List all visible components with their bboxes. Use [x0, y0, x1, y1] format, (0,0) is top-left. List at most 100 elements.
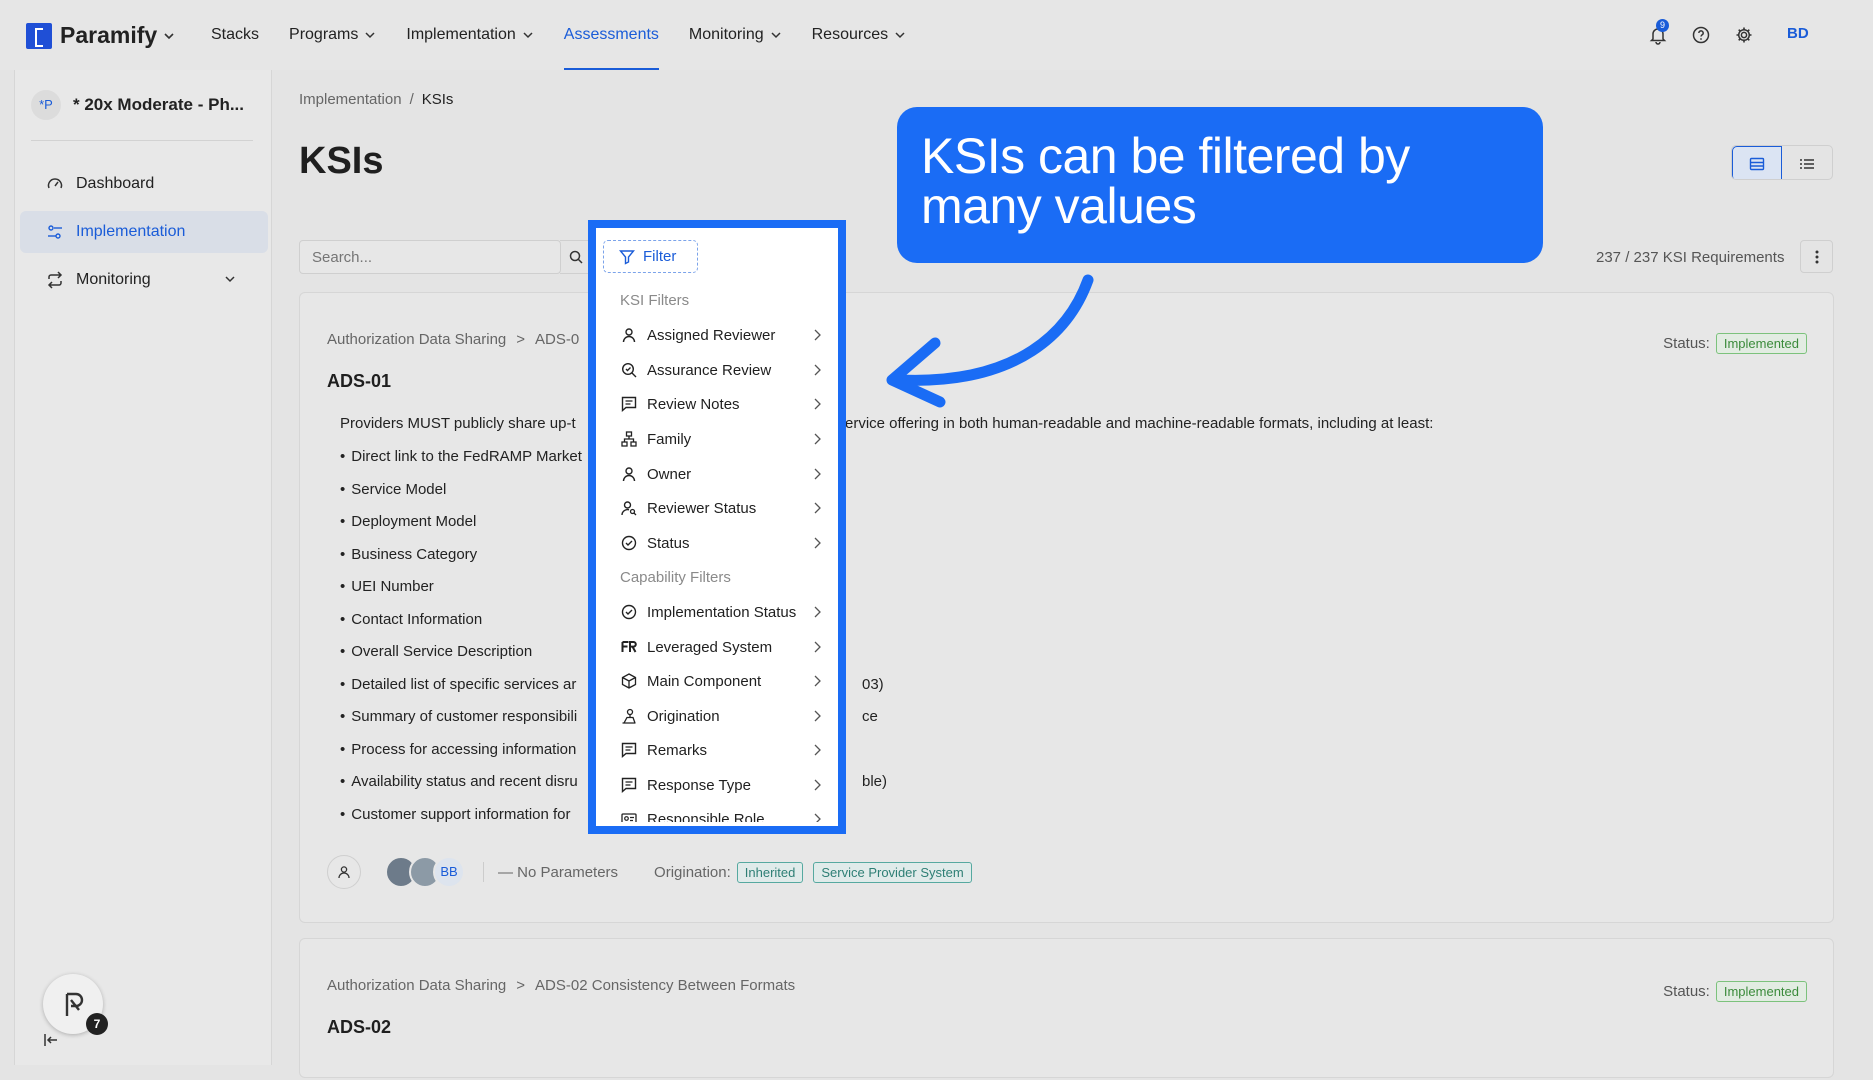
card-breadcrumb: Authorization Data Sharing > ADS-02 Consis…: [327, 977, 796, 994]
menu-item-review-notes[interactable]: Review Notes: [607, 387, 831, 421]
reviewer-avatars[interactable]: BB: [385, 856, 465, 888]
list-item: Direct link to the FedRAMP Market: [340, 448, 582, 481]
chevron-right-icon: [814, 710, 821, 722]
helper-badge: 7: [86, 1013, 108, 1035]
menu-item-owner[interactable]: Owner: [607, 457, 831, 491]
sidebar-item-monitoring[interactable]: Monitoring: [20, 259, 268, 301]
status-badge: Implemented: [1715, 333, 1807, 354]
menu-item-response-type[interactable]: Response Type: [607, 768, 831, 802]
menu-item-origination[interactable]: Origination: [607, 699, 831, 733]
menu-item-assigned-reviewer[interactable]: Assigned Reviewer: [607, 318, 831, 352]
nav-monitoring[interactable]: Monitoring: [674, 0, 797, 70]
sidebar-divider: [31, 140, 253, 141]
card-description: Providers MUST publicly share up-t ervice…: [340, 415, 1434, 432]
list-view-button[interactable]: [1782, 146, 1832, 179]
card-footer: BB — No Parameters Origination: Inherite…: [327, 855, 972, 889]
card-id: ADS-01: [327, 371, 392, 391]
help-icon[interactable]: [1691, 25, 1711, 45]
menu-item-reviewer-status[interactable]: Reviewer Status: [607, 491, 831, 525]
cube-icon: [621, 673, 637, 689]
card-view-button[interactable]: [1732, 146, 1783, 179]
chevron-down-icon: [164, 32, 174, 39]
menu-item-status[interactable]: Status: [607, 526, 831, 560]
list-item: Contact Information: [340, 611, 582, 644]
requirement-list: Direct link to the FedRAMP Market Servic…: [340, 448, 887, 839]
sliders-icon: [48, 225, 62, 239]
menu-item-main-component[interactable]: Main Component: [607, 664, 831, 698]
kebab-icon: [1815, 250, 1818, 263]
chevron-right-icon: [814, 744, 821, 756]
sidebar-item-label: Dashboard: [76, 175, 155, 192]
id-card-icon: [621, 813, 637, 822]
breadcrumb: Implementation / KSIs: [299, 91, 454, 108]
list-view-icon: [1800, 158, 1814, 169]
brand-name: Paramify: [60, 22, 158, 48]
view-toggle: [1731, 145, 1833, 180]
requirement-count: 237 / 237 KSI Requirements: [1596, 249, 1785, 266]
refresh-icon: [47, 271, 63, 289]
nav-resources[interactable]: Resources: [797, 0, 921, 70]
message-icon: [621, 742, 637, 758]
filter-menu: KSI Filters Assigned Reviewer Assurance …: [607, 280, 831, 822]
list-item: Summary of customer responsibilice: [340, 708, 878, 741]
search-icon: [569, 250, 583, 264]
menu-item-leveraged-system[interactable]: Leveraged System: [607, 630, 831, 664]
breadcrumb-parent[interactable]: Implementation: [299, 91, 402, 108]
brand-menu[interactable]: Paramify: [26, 22, 175, 49]
origination-label: Origination:: [654, 863, 731, 881]
user-avatar[interactable]: BD: [1787, 25, 1809, 42]
assign-owner-button[interactable]: [327, 855, 361, 889]
chevron-right-icon: [814, 433, 821, 445]
gear-icon[interactable]: [1734, 25, 1754, 45]
project-name: * 20x Moderate - Ph...: [73, 95, 244, 114]
list-item: Customer support information for: [340, 806, 582, 839]
sidebar: *P * 20x Moderate - Ph... Dashboard Impl…: [14, 70, 272, 1065]
fedramp-icon: [621, 641, 637, 653]
menu-item-remarks[interactable]: Remarks: [607, 733, 831, 767]
project-switcher[interactable]: *P * 20x Moderate - Ph...: [31, 90, 244, 120]
chevron-right-icon: [814, 468, 821, 480]
menu-item-assurance-review[interactable]: Assurance Review: [607, 353, 831, 387]
menu-item-family[interactable]: Family: [607, 422, 831, 456]
origination-tag: Service Provider System: [813, 861, 972, 883]
list-item: Process for accessing information: [340, 741, 582, 774]
chevron-down-icon: [225, 276, 235, 283]
sidebar-item-dashboard[interactable]: Dashboard: [20, 163, 268, 205]
menu-group-capability: Capability Filters: [620, 569, 731, 586]
ksi-card[interactable]: Authorization Data Sharing > ADS-02 Consis…: [299, 938, 1834, 1078]
chevron-right-icon: [814, 329, 821, 341]
sidebar-item-label: Monitoring: [76, 271, 151, 288]
list-item: Service Model: [340, 481, 582, 514]
search-input[interactable]: [299, 240, 561, 274]
list-item: Business Category: [340, 546, 582, 579]
menu-item-implementation-status[interactable]: Implementation Status: [607, 595, 831, 629]
chevron-right-icon: [814, 606, 821, 618]
parameters-text: — No Parameters: [498, 863, 619, 881]
chevron-right-icon: [814, 537, 821, 549]
chevron-right-icon: [814, 675, 821, 687]
sidebar-item-implementation[interactable]: Implementation: [20, 211, 268, 253]
card-status: Status: Implemented: [1663, 333, 1807, 354]
divider: [483, 862, 484, 882]
origin-icon: [622, 708, 636, 724]
more-options-button[interactable]: [1800, 240, 1833, 273]
menu-item-responsible-role[interactable]: Responsible Role: [607, 802, 831, 822]
chevron-right-icon: [814, 641, 821, 653]
user-icon: [622, 328, 636, 343]
list-item: Availability status and recent disruble): [340, 773, 887, 806]
nav-implementation[interactable]: Implementation: [391, 0, 548, 70]
user-search-icon: [621, 501, 637, 516]
filter-button[interactable]: Filter: [603, 240, 698, 273]
message-icon: [621, 396, 637, 412]
list-item: Overall Service Description: [340, 643, 582, 676]
chevron-down-icon: [771, 32, 781, 39]
nav-programs[interactable]: Programs: [274, 0, 391, 70]
chevron-right-icon: [814, 398, 821, 410]
main-nav: Stacks Programs Implementation Assessmen…: [196, 0, 921, 70]
nav-assessments[interactable]: Assessments: [549, 0, 674, 70]
tutorial-callout: KSIs can be filtered by many values: [897, 107, 1543, 263]
nav-stacks[interactable]: Stacks: [196, 0, 274, 70]
chevron-right-icon: [814, 502, 821, 514]
collapse-sidebar-icon[interactable]: [43, 1033, 59, 1047]
check-circle-icon: [621, 604, 637, 620]
